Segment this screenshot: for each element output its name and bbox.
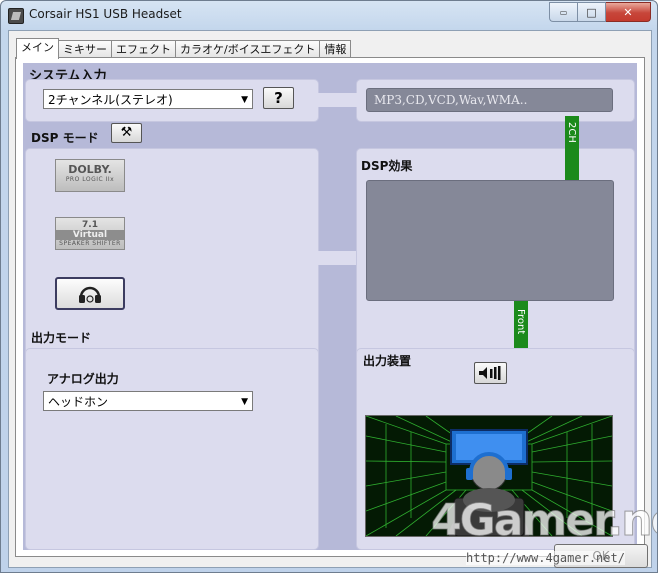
signal-2ch-label: 2CH — [566, 122, 577, 143]
system-input-value: 2チャンネル(ステレオ) — [48, 93, 173, 107]
main-tab-body: システム入力 2チャンネル(ステレオ) ▼ ? MP3,CD,VCD,Wav,W… — [15, 57, 645, 557]
minimize-icon: ▭ — [559, 7, 568, 17]
virtual-71-label: 7.1 — [82, 220, 98, 230]
virtual-speaker-shifter-button[interactable]: 7.1 Virtual SPEAKER SHIFTER — [55, 217, 125, 250]
tab-info[interactable]: 情報 — [319, 40, 352, 58]
dolby-prologic-button[interactable]: DOLBY. PRO LOGIC IIx — [55, 159, 125, 192]
tab-mixer[interactable]: ミキサー — [58, 40, 112, 58]
dialog-client: メイン ミキサー エフェクト カラオケ/ボイスエフェクト 情報 システム入力 2… — [8, 30, 652, 568]
input-formats-display: MP3,CD,VCD,Wav,WMA.. — [366, 88, 613, 112]
dsp-tool-button[interactable]: ⚒ — [111, 123, 142, 143]
tab-main[interactable]: メイン — [16, 38, 59, 59]
speaker-shifter-label: SPEAKER SHIFTER — [59, 240, 121, 247]
watermark-logo: 4Gamer.net — [430, 495, 657, 546]
connector — [317, 93, 357, 107]
app-window: Corsair HS1 USB Headset ▭ □ ✕ メイン ミキサー エ… — [0, 0, 658, 573]
app-icon[interactable] — [8, 8, 24, 24]
watermark-url: http://www.4gamer.net/ — [466, 551, 625, 565]
output-device-heading: 出力装置 — [363, 354, 412, 368]
dsp-effect-heading: DSP効果 — [361, 159, 413, 173]
signal-front-label: Front — [515, 309, 526, 335]
analog-output-heading: アナログ出力 — [47, 372, 119, 386]
connector — [317, 251, 357, 265]
hammer-icon: ⚒ — [120, 125, 133, 140]
output-mode-heading: 出力モード — [31, 331, 92, 345]
maximize-icon: □ — [586, 5, 597, 19]
help-icon: ? — [274, 89, 283, 107]
window-controls: ▭ □ ✕ — [549, 2, 651, 22]
maximize-button[interactable]: □ — [577, 2, 606, 22]
window-title: Corsair HS1 USB Headset — [29, 7, 182, 21]
output-mode-select[interactable]: ヘッドホン ▼ — [43, 391, 253, 411]
signal-2ch-bar: 2CH — [565, 116, 579, 180]
speaker-level-icon — [478, 366, 500, 380]
close-icon: ✕ — [623, 5, 633, 19]
dolby-logo: DOLBY. — [68, 163, 112, 176]
virtual-label: Virtual — [56, 230, 124, 240]
close-button[interactable]: ✕ — [606, 2, 651, 22]
help-button[interactable]: ? — [263, 87, 294, 109]
dsp-mode-heading: DSP モード — [31, 131, 99, 145]
dsp-effect-display — [366, 180, 614, 301]
system-input-select[interactable]: 2チャンネル(ステレオ) ▼ — [43, 89, 253, 109]
dolby-sub-label: PRO LOGIC IIx — [65, 176, 115, 183]
tab-karaoke-voice-effect[interactable]: カラオケ/ボイスエフェクト — [175, 40, 321, 58]
output-mode-value: ヘッドホン — [48, 395, 109, 409]
title-bar[interactable]: Corsair HS1 USB Headset ▭ □ ✕ — [1, 1, 657, 29]
minimize-button[interactable]: ▭ — [549, 2, 577, 22]
tab-strip: メイン ミキサー エフェクト カラオケ/ボイスエフェクト 情報 — [16, 38, 352, 59]
chevron-down-icon: ▼ — [241, 95, 248, 105]
tab-effect[interactable]: エフェクト — [111, 40, 176, 58]
headphone-mode-button[interactable] — [55, 277, 125, 310]
chevron-down-icon: ▼ — [241, 397, 248, 407]
headphone-icon — [79, 286, 101, 303]
speaker-config-button[interactable] — [474, 362, 507, 384]
